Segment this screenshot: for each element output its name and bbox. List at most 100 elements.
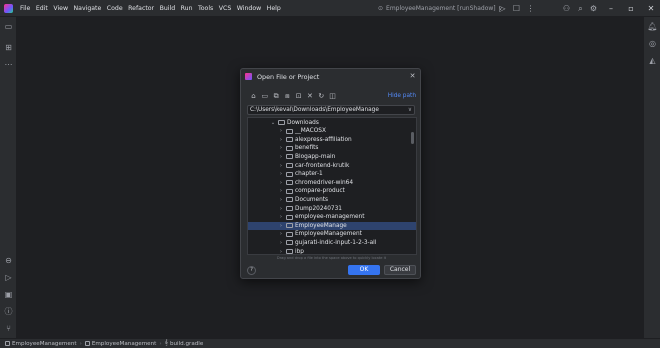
project-icon[interactable]: ▭ — [3, 21, 14, 32]
delete-icon[interactable]: ✕ — [305, 92, 314, 101]
tree-row[interactable]: › alexpress-affiliation — [248, 136, 416, 144]
folder-icon — [286, 197, 293, 203]
tree-item-label: alexpress-affiliation — [295, 136, 352, 143]
title-bar: File Edit View Navigate Code Refactor Bu… — [0, 0, 660, 17]
tree-row[interactable]: › chapter-1 — [248, 170, 416, 178]
chevron-down-icon[interactable]: ∨ — [408, 106, 412, 114]
tree-row[interactable]: › car-frontend-krutik — [248, 162, 416, 170]
chevron-right-icon[interactable]: › — [278, 144, 284, 152]
chevron-right-icon[interactable]: › — [278, 222, 284, 230]
tree-row[interactable]: › chromedriver-win64 — [248, 179, 416, 187]
tree-row[interactable]: › EmployeeManagement — [248, 230, 416, 238]
ok-button[interactable]: OK — [348, 265, 380, 275]
chevron-right-icon[interactable]: › — [278, 127, 284, 135]
module-icon — [84, 341, 90, 346]
file-tree[interactable]: ⌄ Downloads › __MACOSX › alexpress-affiliatio… — [247, 117, 417, 255]
desktop-icon[interactable]: ▭ — [260, 92, 269, 101]
git-icon[interactable]: ⑂ — [3, 323, 14, 334]
run-icon[interactable]: ▷ — [497, 3, 508, 14]
chevron-right-icon[interactable]: › — [278, 153, 284, 161]
chevron-right-icon[interactable]: › — [278, 230, 284, 238]
cancel-button[interactable]: Cancel — [384, 265, 416, 275]
tree-row[interactable]: › ibp — [248, 248, 416, 255]
chevron-right-icon[interactable]: › — [278, 162, 284, 170]
breadcrumb-module[interactable]: EmployeeManagement — [84, 340, 157, 347]
module-icon[interactable]: ⧈ — [283, 92, 292, 101]
project-folder-icon[interactable]: ⧉ — [272, 92, 281, 101]
tree-row[interactable]: › Documents — [248, 196, 416, 204]
breadcrumb-file[interactable]: 𝄞 build.gradle — [165, 340, 204, 347]
chevron-right-icon[interactable]: › — [278, 136, 284, 144]
more-actions-icon[interactable]: ⋮ — [525, 3, 536, 14]
chevron-right-icon[interactable]: › — [278, 170, 284, 178]
tree-row[interactable]: › compare-product — [248, 187, 416, 195]
menu-help[interactable]: Help — [267, 5, 281, 12]
minimize-button[interactable]: – — [604, 2, 618, 15]
path-input[interactable]: C:\Users\keval\Downloads\EmployeeManage … — [247, 105, 415, 115]
chevron-right-icon[interactable]: › — [278, 179, 284, 187]
ai-assistant-icon[interactable]: ◎ — [647, 38, 658, 49]
menu-file[interactable]: File — [20, 5, 30, 12]
search-icon[interactable]: ⌕ — [575, 3, 586, 14]
breadcrumb-label: EmployeeManagement — [12, 340, 77, 347]
chevron-right-icon[interactable]: › — [278, 213, 284, 221]
tree-row[interactable]: ⌄ Downloads — [248, 119, 416, 127]
gradle-icon[interactable]: ◭ — [647, 55, 658, 66]
chevron-right-icon[interactable]: › — [278, 187, 284, 195]
notifications-problems-icon[interactable]: ⓘ — [3, 306, 14, 317]
open-file-dialog: Open File or Project ✕ ⌂ ▭ ⧉ ⧈ ⊡ ✕ ↻ ◫ H… — [240, 68, 421, 279]
chevron-right-icon[interactable]: › — [278, 248, 284, 255]
close-icon[interactable]: ✕ — [408, 72, 417, 81]
menu-refactor[interactable]: Refactor — [128, 5, 154, 12]
chevron-right-icon[interactable]: › — [278, 205, 284, 213]
breadcrumb-separator: › — [159, 340, 162, 347]
maximize-button[interactable]: ▫ — [624, 2, 638, 15]
menu-vcs[interactable]: VCS — [219, 5, 231, 12]
services-icon[interactable]: ▷ — [3, 272, 14, 283]
menu-window[interactable]: Window — [237, 5, 261, 12]
settings-icon[interactable]: ⚙ — [588, 3, 599, 14]
menu-build[interactable]: Build — [160, 5, 176, 12]
tree-row[interactable]: › Blogapp-main — [248, 153, 416, 161]
tree-row[interactable]: › EmployeeManage — [248, 221, 416, 230]
terminal-icon[interactable]: ▣ — [3, 289, 14, 300]
tree-row[interactable]: › employee-management — [248, 213, 416, 221]
menu-code[interactable]: Code — [107, 5, 123, 12]
refresh-icon[interactable]: ↻ — [317, 92, 326, 101]
show-hidden-icon[interactable]: ◫ — [328, 92, 337, 101]
help-button[interactable]: ? — [247, 266, 256, 275]
chevron-down-icon[interactable]: ⌄ — [270, 119, 276, 127]
chevron-right-icon[interactable]: › — [278, 239, 284, 247]
tree-row[interactable]: › __MACOSX — [248, 127, 416, 135]
more-tools-icon[interactable]: ⋯ — [3, 59, 14, 70]
folder-icon — [286, 240, 293, 246]
close-window-button[interactable]: ✕ — [644, 2, 658, 15]
breadcrumb-label: EmployeeManagement — [91, 340, 157, 347]
main-menu-logo-icon[interactable] — [4, 4, 13, 13]
breadcrumb-separator: › — [79, 340, 82, 347]
tree-row[interactable]: › Dump20240731 — [248, 205, 416, 213]
problems-icon[interactable]: ⊖ — [3, 255, 14, 266]
menu-navigate[interactable]: Navigate — [74, 5, 102, 12]
tree-row[interactable]: › gujarati-indic-input-1-2-3-all — [248, 239, 416, 247]
structure-icon[interactable]: ⊞ — [3, 42, 14, 53]
menu-tools[interactable]: Tools — [198, 5, 213, 12]
hide-path-link[interactable]: Hide path — [388, 93, 416, 99]
menu-view[interactable]: View — [53, 5, 68, 12]
menu-run[interactable]: Run — [181, 5, 193, 12]
tree-row[interactable]: › benefits — [248, 144, 416, 152]
debug-icon[interactable]: ☐ — [511, 3, 522, 14]
account-icon[interactable]: ⚇ — [561, 3, 572, 14]
tree-item-label: Downloads — [287, 119, 319, 126]
tree-item-label: EmployeeManage — [295, 222, 347, 229]
chevron-right-icon[interactable]: › — [278, 196, 284, 204]
breadcrumb-project[interactable]: EmployeeManagement — [5, 341, 77, 347]
home-icon[interactable]: ⌂ — [249, 92, 258, 101]
menu-edit[interactable]: Edit — [36, 5, 48, 12]
notifications-icon[interactable]: 🔔︎ — [647, 21, 658, 32]
folder-icon — [286, 223, 293, 229]
folder-icon — [286, 206, 293, 212]
run-configuration-selector[interactable]: ⊙ EmployeeManagement [runShadow] ∨ — [378, 4, 502, 13]
folder-icon — [286, 163, 293, 169]
new-folder-icon[interactable]: ⊡ — [294, 92, 303, 101]
